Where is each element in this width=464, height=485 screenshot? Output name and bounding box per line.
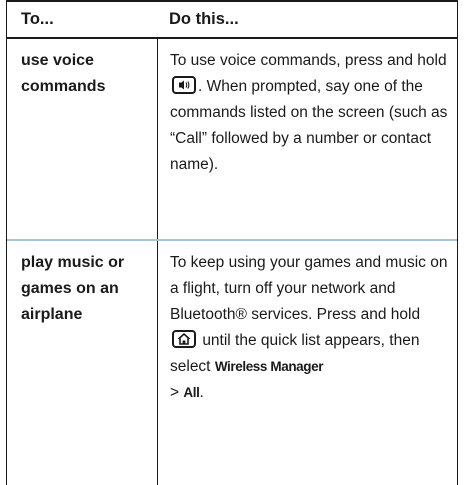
table-row: play music or games on an airplane To ke… (7, 241, 457, 485)
description-text: Bluetooth® services. Press and hold (170, 306, 421, 323)
menu-separator: > (170, 384, 180, 401)
row-action-line: play music or (21, 254, 125, 271)
row-description: To use voice commands, press and hold . … (157, 39, 457, 239)
row-action-line: airplane (21, 306, 83, 323)
description-text: To keep using your games and music on a … (170, 254, 448, 297)
menu-item-wireless-manager: Wireless Manager (214, 359, 324, 374)
voice-key-icon (172, 76, 196, 94)
table-row: use voice commands To use voice commands… (7, 39, 457, 241)
description-text: . (199, 384, 204, 401)
home-key-icon (172, 330, 196, 348)
row-action: play music or games on an airplane (7, 241, 157, 485)
row-action-line: games on an (21, 280, 119, 297)
instruction-table: To... Do this... use voice commands To u… (6, 0, 458, 485)
table-header: To... Do this... (7, 0, 457, 39)
description-text: . When prompted, say one of the commands… (170, 78, 448, 173)
header-to: To... (21, 10, 54, 28)
menu-item-all: All (183, 385, 200, 400)
row-action-line: use voice (21, 52, 94, 69)
description-text: To use voice commands, press and hold (170, 52, 447, 69)
header-do-this: Do this... (169, 10, 239, 28)
row-description: To keep using your games and music on a … (157, 241, 457, 485)
row-action: use voice commands (7, 39, 157, 239)
row-action-line: commands (21, 78, 106, 95)
